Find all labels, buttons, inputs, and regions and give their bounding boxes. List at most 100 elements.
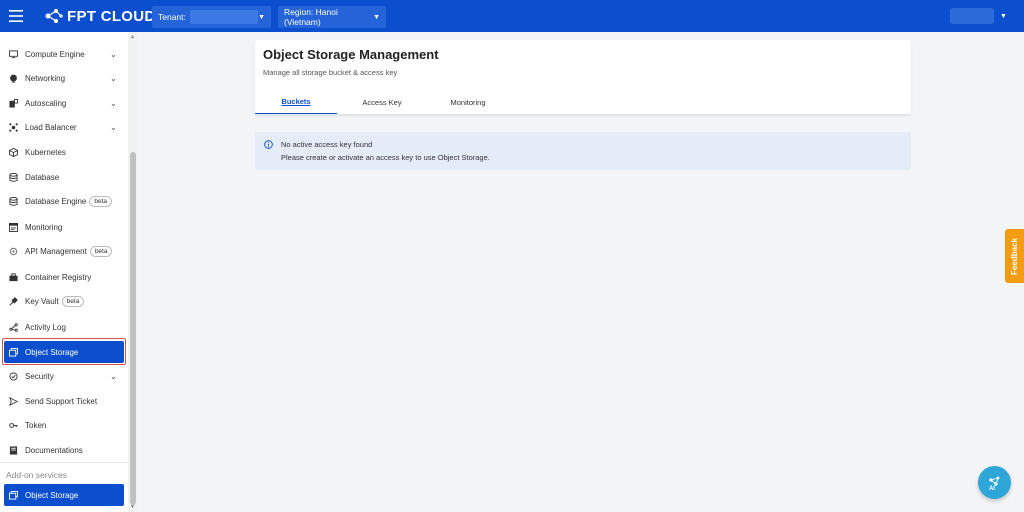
tenant-value-redacted [189, 10, 258, 24]
tab-monitoring[interactable]: Monitoring [427, 90, 509, 115]
sidebar-item-key-vault[interactable]: Key Vault beta [0, 290, 128, 312]
scroll-down-icon[interactable]: ▼ [130, 504, 135, 510]
tab-buckets[interactable]: Buckets [255, 90, 337, 115]
sidebar-item-label: Key Vault [25, 296, 59, 306]
sidebar-item-documentations[interactable]: Documentations [0, 439, 128, 461]
feedback-tab[interactable]: Feedback [1005, 229, 1024, 283]
shield-icon [9, 371, 18, 381]
caret-down-icon: ▼ [1000, 12, 1007, 20]
beta-badge: beta [89, 245, 113, 257]
svg-text:AI: AI [989, 486, 995, 492]
sidebar-item-monitoring[interactable]: Monitoring [0, 216, 128, 238]
tab-access-key[interactable]: Access Key [341, 90, 423, 115]
sidebar-item-container-registry[interactable]: Container Registry [0, 266, 128, 288]
tab-bar: Buckets Access Key Monitoring [255, 90, 911, 115]
sidebar-item-label: Monitoring [25, 222, 63, 232]
container-icon [9, 272, 18, 282]
globe-icon [9, 74, 18, 83]
divider [0, 462, 128, 463]
sidebar-item-label: Database [25, 172, 60, 182]
region-label: Region: Hanoi (Vietnam) [284, 7, 338, 27]
sidebar-item-label: API Management [25, 246, 87, 256]
info-alert: No active access key found Please create… [255, 132, 911, 170]
sidebar-item-security[interactable]: Security ⌄ [0, 365, 128, 387]
monitoring-icon [9, 222, 18, 232]
sidebar-item-label: Database Engine [25, 196, 87, 206]
user-name-redacted [950, 8, 994, 24]
alert-message: Please create or activate an access key … [281, 153, 490, 162]
sidebar-item-label: Object Storage [25, 490, 79, 500]
beta-badge: beta [61, 295, 85, 307]
chevron-down-icon: ⌄ [110, 122, 117, 132]
caret-down-icon: ▼ [373, 13, 380, 21]
top-bar: FPT CLOUD Tenant: ▼ Region: Hanoi (Vietn… [0, 0, 1024, 32]
sidebar-item-send-support-ticket[interactable]: Send Support Ticket [0, 390, 128, 412]
scrollbar-thumb[interactable] [130, 152, 136, 505]
menu-icon[interactable] [0, 0, 32, 32]
tenant-select[interactable]: Tenant: ▼ [152, 6, 271, 28]
sidebar-item-label: Object Storage [25, 347, 79, 357]
sidebar-item-activity-log[interactable]: Activity Log [0, 316, 128, 338]
scroll-up-icon[interactable]: ▲ [130, 34, 135, 40]
addon-section-label: Add-on services [6, 470, 67, 480]
ai-assistant-button[interactable]: AI [978, 466, 1011, 499]
object-storage-icon [9, 347, 18, 357]
database-engine-icon [9, 196, 18, 206]
logo-icon [45, 9, 63, 23]
info-icon [264, 140, 273, 149]
activity-log-icon [9, 322, 18, 332]
autoscaling-icon [9, 98, 18, 108]
chevron-down-icon: ⌄ [110, 371, 117, 381]
sidebar-item-label: Token [25, 420, 47, 430]
ai-assistant-icon: AI [989, 476, 999, 492]
sidebar-item-object-storage[interactable]: Object Storage [4, 341, 124, 363]
brand-name: FPT CLOUD [67, 7, 156, 25]
sidebar-item-label: Autoscaling [25, 98, 67, 108]
page-subtitle: Manage all storage bucket & access key [263, 68, 398, 77]
beta-badge: beta [89, 195, 113, 207]
sidebar-item-token[interactable]: Token [0, 414, 128, 436]
alert-title: No active access key found [281, 140, 373, 149]
user-menu[interactable]: ▼ [950, 6, 1008, 26]
sidebar-item-label: Compute Engine [25, 49, 85, 59]
token-icon [9, 421, 18, 430]
brand-logo[interactable]: FPT CLOUD [44, 8, 156, 25]
sidebar-item-label: Security [25, 371, 54, 381]
sidebar-item-networking[interactable]: Networking ⌄ [0, 67, 128, 89]
cube-icon [9, 147, 18, 157]
document-icon [9, 445, 18, 455]
sidebar-item-compute-engine[interactable]: Compute Engine ⌄ [0, 43, 128, 65]
sidebar-item-label: Kubernetes [25, 147, 66, 157]
send-icon [9, 396, 18, 406]
tenant-label: Tenant: [158, 12, 186, 22]
database-icon [9, 172, 18, 182]
sidebar-item-database[interactable]: Database [0, 166, 128, 188]
tab-divider [255, 114, 911, 115]
sidebar-item-database-engine[interactable]: Database Engine beta [0, 190, 128, 212]
sidebar-item-label: Activity Log [25, 322, 66, 332]
object-storage-card: Object Storage Management Manage all sto… [255, 40, 911, 115]
sidebar-item-autoscaling[interactable]: Autoscaling ⌄ [0, 92, 128, 114]
chevron-down-icon: ⌄ [110, 98, 117, 108]
sidebar-item-label: Container Registry [25, 272, 92, 282]
sidebar-item-label: Networking [25, 73, 66, 83]
caret-down-icon: ▼ [258, 13, 265, 21]
monitor-icon [9, 49, 18, 59]
key-icon [9, 296, 18, 306]
sidebar-item-label: Load Balancer [25, 122, 77, 132]
sidebar-item-label: Documentations [25, 445, 83, 455]
api-gear-icon [9, 247, 18, 256]
object-storage-icon [9, 490, 18, 500]
sidebar-item-load-balancer[interactable]: Load Balancer ⌄ [0, 116, 128, 138]
chevron-down-icon: ⌄ [110, 73, 117, 83]
page-title: Object Storage Management [263, 47, 439, 62]
sidebar: Compute Engine ⌄ Networking ⌄ Autoscalin… [0, 32, 137, 512]
load-balancer-icon [9, 122, 18, 132]
sidebar-item-kubernetes[interactable]: Kubernetes [0, 141, 128, 163]
sidebar-item-label: Send Support Ticket [25, 396, 98, 406]
feedback-label: Feedback [1010, 237, 1019, 275]
chevron-down-icon: ⌄ [110, 49, 117, 59]
sidebar-item-api-management[interactable]: API Management beta [0, 240, 128, 262]
addon-item-object-storage[interactable]: Object Storage [4, 484, 124, 506]
region-select[interactable]: Region: Hanoi (Vietnam) ▼ [278, 6, 386, 28]
